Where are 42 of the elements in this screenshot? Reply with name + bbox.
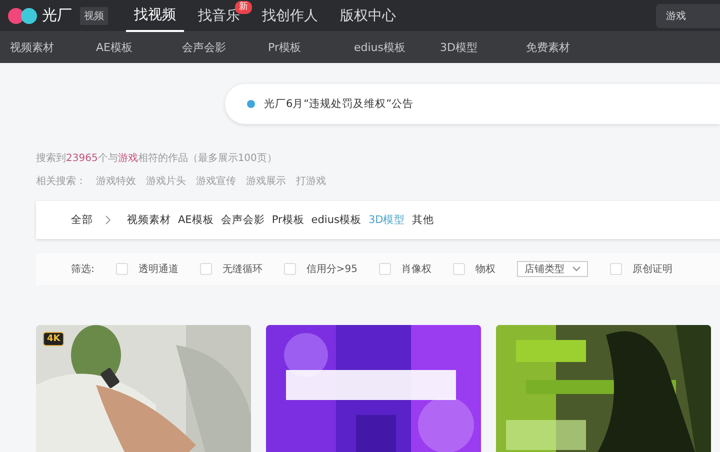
logo-text: 光厂 (42, 6, 72, 25)
checkbox[interactable] (610, 263, 622, 275)
checkbox-label: 物权 (475, 262, 496, 276)
category-link[interactable]: AE模板 (178, 213, 214, 227)
chevron-icon (104, 215, 112, 225)
category-link[interactable]: 会声会影 (220, 213, 265, 227)
subnav-link[interactable]: 会声会影 (182, 40, 268, 54)
subnav-link[interactable]: Pr模板 (268, 40, 354, 54)
checkbox[interactable] (116, 263, 128, 275)
logo-icon (8, 8, 38, 24)
search-field[interactable]: 游戏 (656, 4, 720, 28)
checkbox-label: 肖像权 (401, 262, 432, 276)
subnav-link[interactable]: edius模板 (354, 40, 440, 54)
caret-icon (572, 266, 582, 272)
checkbox-label: 透明通道 (138, 262, 178, 276)
quality-badge: 4K (43, 332, 64, 346)
nav-tab[interactable]: 找创作人 (254, 0, 326, 30)
checkbox[interactable] (200, 263, 212, 275)
subnav-link[interactable]: 3D模型 (440, 40, 526, 54)
checkbox[interactable] (284, 263, 296, 275)
related-label: 相关搜索： (36, 174, 86, 188)
new-badge: 新 (235, 0, 252, 14)
checkbox[interactable] (379, 263, 392, 275)
nav-tab[interactable]: 版权中心 (332, 0, 404, 30)
logo-badge: 视频 (80, 6, 108, 24)
search-summary: 搜索到23965个与游戏相符的作品（最多展示100页） (36, 152, 278, 165)
subnav-link[interactable]: 视频素材 (10, 40, 96, 54)
checkbox-label: 原创证明 (632, 263, 672, 276)
category-link[interactable]: edius模板 (311, 213, 362, 227)
category-link[interactable]: 视频素材 (127, 213, 171, 227)
dot-icon (247, 100, 255, 108)
filter-label: 筛选: (71, 262, 94, 276)
subnav-link[interactable]: AE模板 (96, 40, 182, 54)
category-link[interactable]: Pr模板 (272, 213, 304, 227)
notice-text[interactable]: 光厂6月“违规处罚及维权”公告 (264, 97, 414, 111)
subnav-link[interactable]: 免费素材 (526, 40, 612, 54)
category-link[interactable]: 其他 (412, 213, 434, 227)
checkbox-label: 无缝循环 (222, 263, 262, 276)
checkbox-label: 信用分>95 (306, 263, 358, 276)
checkbox[interactable] (453, 263, 466, 275)
category-link[interactable]: 全部 (71, 213, 93, 227)
dropdown[interactable]: 店铺类型 (517, 261, 588, 277)
